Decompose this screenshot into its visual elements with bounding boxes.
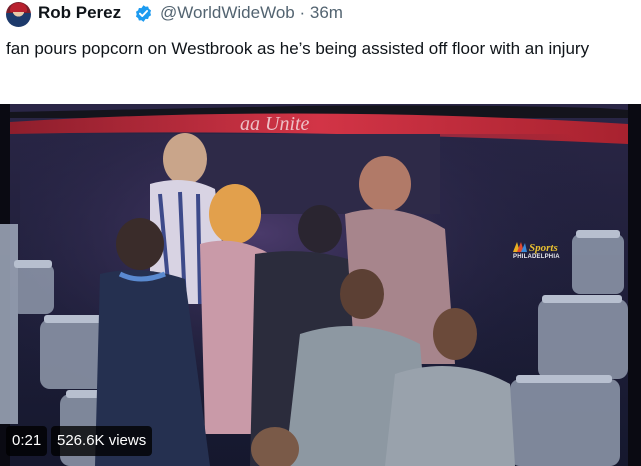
tweet-text: fan pours popcorn on Westbrook as he’s b… [6,39,590,58]
svg-text:Sports: Sports [529,242,558,254]
video-view-count: 526.6K views [51,426,153,456]
timestamp[interactable]: 36m [310,3,343,22]
broadcaster-region: PHILADELPHIA [513,254,560,260]
tweet-header: Rob Perez @WorldWideWob · 36m [0,0,641,30]
separator-dot: · [299,3,306,22]
video-player[interactable]: aa Unite Sports PHILADELPHIA [0,104,641,466]
verified-badge-icon [135,5,152,22]
video-elapsed-time: 0:21 [6,426,48,456]
handle-and-time[interactable]: @WorldWideWob · 36m [160,3,343,23]
peacock-icon: Sports [513,242,558,254]
author-handle[interactable]: @WorldWideWob [160,3,295,22]
avatar[interactable] [6,2,31,27]
broadcaster-logo: Sports PHILADELPHIA [511,240,581,264]
author-name[interactable]: Rob Perez [38,3,121,23]
svg-text:aa Unite: aa Unite [240,113,310,135]
video-frame: aa Unite [0,104,641,466]
